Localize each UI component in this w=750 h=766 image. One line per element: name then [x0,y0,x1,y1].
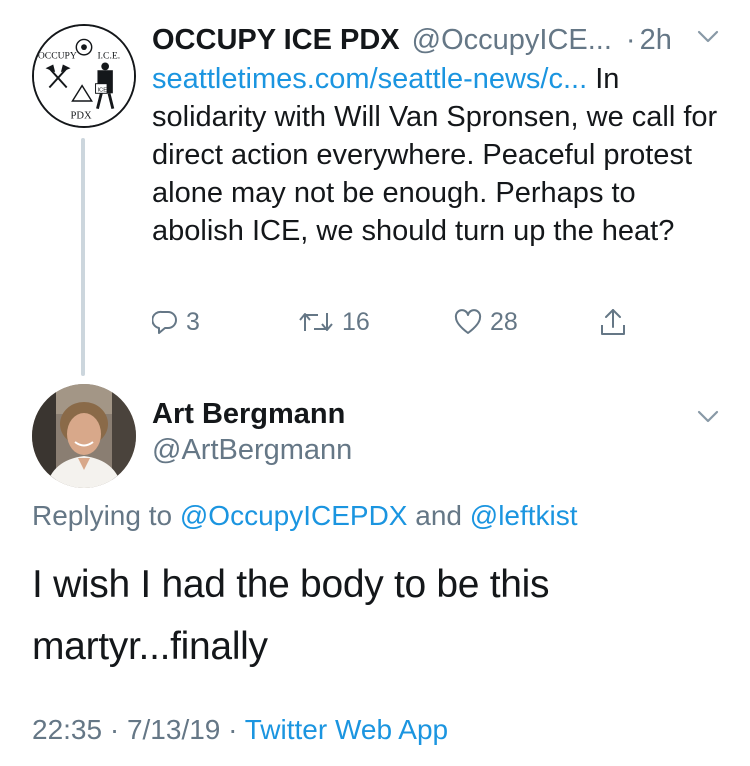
like-button[interactable]: 28 [454,302,518,342]
reply-icon [152,310,177,334]
chevron-down-icon[interactable] [697,410,719,424]
logo-text-sign: ICE [97,87,107,93]
replying-and: and [407,500,470,531]
parent-tweet-header: OCCUPY ICE PDX @OccupyICE... · 2h [152,20,672,60]
mention-leftkist[interactable]: @leftkist [470,500,578,531]
reply-handle[interactable]: @ArtBergmann [152,434,352,467]
tweet-actions: 3 16 28 [152,302,652,342]
retweet-button[interactable]: 16 [298,302,370,342]
replying-prefix: Replying to [32,500,180,531]
parent-display-name[interactable]: OCCUPY ICE PDX [152,24,400,57]
mention-occupyicepdx[interactable]: @OccupyICEPDX [180,500,408,531]
tweet-metadata: 22:35 · 7/13/19 · Twitter Web App [32,714,448,746]
reply-avatar[interactable] [32,384,136,488]
parent-tweet-text: seattletimes.com/seattle-news/c... In so… [152,60,722,250]
parent-avatar[interactable]: OCCUPY I.C.E. ICE PDX [32,24,136,128]
parent-handle[interactable]: @OccupyICE... [412,24,612,57]
heart-icon [454,309,482,334]
retweet-icon [299,313,333,331]
reply-tweet-text: I wish I had the body to be this martyr.… [32,563,550,668]
like-count: 28 [490,307,518,336]
parent-timestamp[interactable]: 2h [640,24,672,57]
header-separator: · [625,23,636,56]
chevron-down-icon[interactable] [697,30,719,44]
logo-text-occupy: OCCUPY [38,51,77,62]
reply-display-name[interactable]: Art Bergmann [152,398,345,431]
replying-to-line: Replying to @OccupyICEPDX and @leftkist [32,500,578,532]
retweet-count: 16 [342,307,370,336]
tweet-timestamp: 22:35 · 7/13/19 · [32,714,245,745]
logo-text-pdx: PDX [71,110,93,121]
reply-button[interactable]: 3 [152,302,200,342]
share-button[interactable] [598,302,628,342]
profile-photo [32,384,136,488]
thread-connector-line [81,138,85,376]
reply-count: 3 [186,307,200,336]
occupy-ice-logo: OCCUPY I.C.E. ICE PDX [34,26,134,126]
share-icon [601,309,625,335]
article-link[interactable]: seattletimes.com/seattle-news/c... [152,63,587,95]
tweet-source-link[interactable]: Twitter Web App [245,714,448,745]
logo-text-ice: I.C.E. [97,51,120,62]
